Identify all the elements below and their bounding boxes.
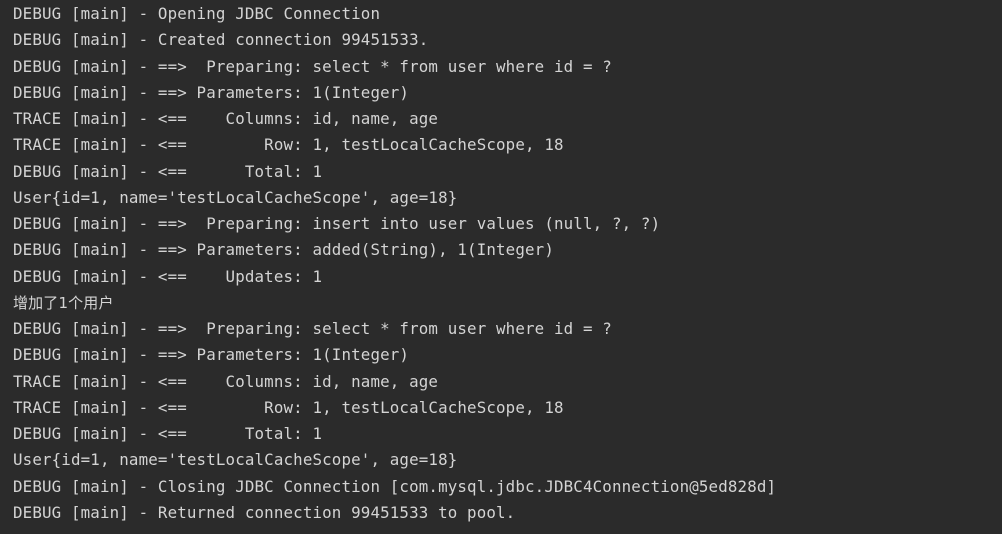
- log-line: DEBUG [main] - <== Updates: 1: [13, 266, 323, 286]
- console-output[interactable]: DEBUG [main] - Opening JDBC Connection D…: [0, 0, 1002, 534]
- log-line: DEBUG [main] - ==> Parameters: added(Str…: [13, 240, 554, 260]
- log-line: TRACE [main] - <== Columns: id, name, ag…: [13, 371, 439, 391]
- log-line: DEBUG [main] - ==> Parameters: 1(Integer…: [13, 82, 410, 102]
- log-line: TRACE [main] - <== Row: 1, testLocalCach…: [13, 135, 564, 155]
- log-line: DEBUG [main] - Created connection 994515…: [13, 30, 429, 50]
- log-line: TRACE [main] - <== Columns: id, name, ag…: [13, 109, 439, 128]
- log-line: DEBUG [main] - <== Total: 1: [13, 424, 323, 443]
- log-line: DEBUG [main] - ==> Preparing: select * f…: [13, 319, 612, 338]
- log-line: DEBUG [main] - ==> Preparing: select * f…: [13, 56, 612, 76]
- log-line: 增加了1个用户: [13, 293, 114, 312]
- log-line: User{id=1, name='testLocalCacheScope', a…: [13, 450, 458, 470]
- log-line: DEBUG [main] - Returned connection 99451…: [13, 502, 516, 522]
- log-line: TRACE [main] - <== Row: 1, testLocalCach…: [13, 397, 564, 417]
- log-line: DEBUG [main] - ==> Preparing: insert int…: [13, 214, 661, 233]
- log-line: User{id=1, name='testLocalCacheScope', a…: [13, 187, 458, 207]
- log-line: DEBUG [main] - Closing JDBC Connection […: [13, 476, 777, 496]
- log-line: DEBUG [main] - <== Total: 1: [13, 161, 323, 181]
- log-line: DEBUG [main] - Opening JDBC Connection: [13, 4, 381, 23]
- log-line: DEBUG [main] - ==> Parameters: 1(Integer…: [13, 345, 410, 365]
